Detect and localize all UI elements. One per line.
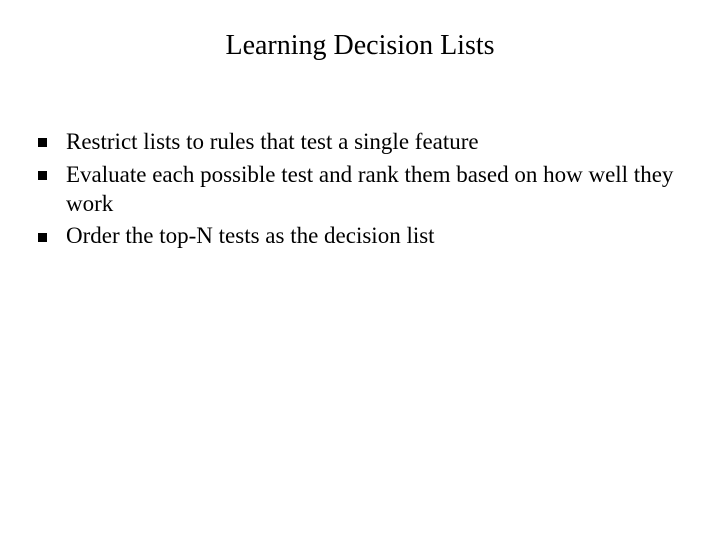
- list-item-text: Order the top-N tests as the decision li…: [66, 223, 435, 248]
- slide-title: Learning Decision Lists: [0, 30, 720, 62]
- square-bullet-icon: [38, 233, 47, 242]
- list-item: Order the top-N tests as the decision li…: [38, 222, 682, 251]
- list-item: Restrict lists to rules that test a sing…: [38, 128, 682, 157]
- list-item-text: Restrict lists to rules that test a sing…: [66, 129, 479, 154]
- slide: Learning Decision Lists Restrict lists t…: [0, 0, 720, 540]
- list-item: Evaluate each possible test and rank the…: [38, 161, 682, 219]
- square-bullet-icon: [38, 171, 47, 180]
- square-bullet-icon: [38, 138, 47, 147]
- list-item-text: Evaluate each possible test and rank the…: [66, 162, 673, 216]
- bullet-list: Restrict lists to rules that test a sing…: [38, 128, 682, 251]
- slide-body: Restrict lists to rules that test a sing…: [38, 128, 682, 255]
